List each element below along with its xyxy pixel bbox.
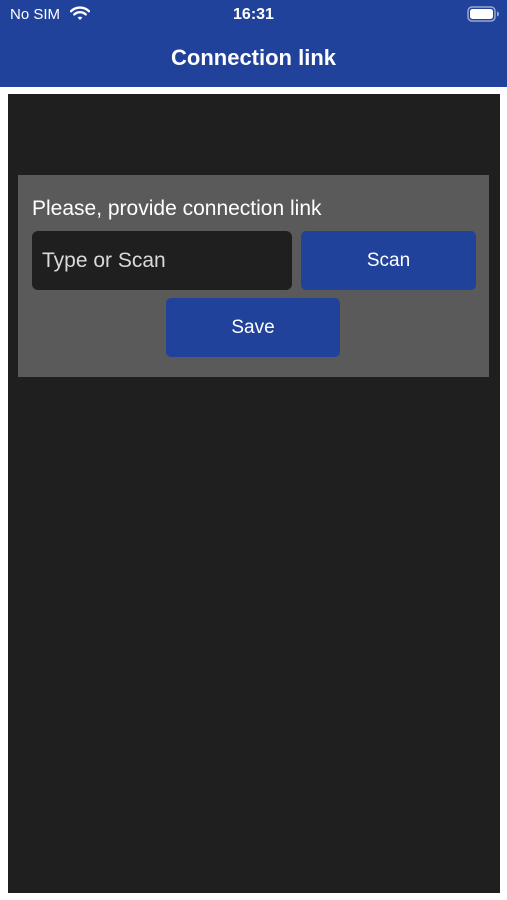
screen: No SIM 16:31 Connection link Please, pro…: [0, 0, 507, 900]
page-title: Connection link: [171, 45, 336, 70]
connection-link-input[interactable]: [32, 231, 292, 290]
status-time: 16:31: [233, 6, 274, 23]
connection-prompt: Please, provide connection link: [32, 197, 322, 220]
top-bar: No SIM 16:31 Connection link: [0, 0, 507, 87]
battery-icon: [467, 6, 500, 22]
content-area: Please, provide connection link Scan Sav…: [8, 94, 500, 893]
save-button[interactable]: Save: [166, 298, 340, 357]
connection-panel: Please, provide connection link Scan Sav…: [18, 175, 489, 377]
scan-button[interactable]: Scan: [301, 231, 476, 290]
status-bar: No SIM 16:31: [0, 0, 507, 30]
